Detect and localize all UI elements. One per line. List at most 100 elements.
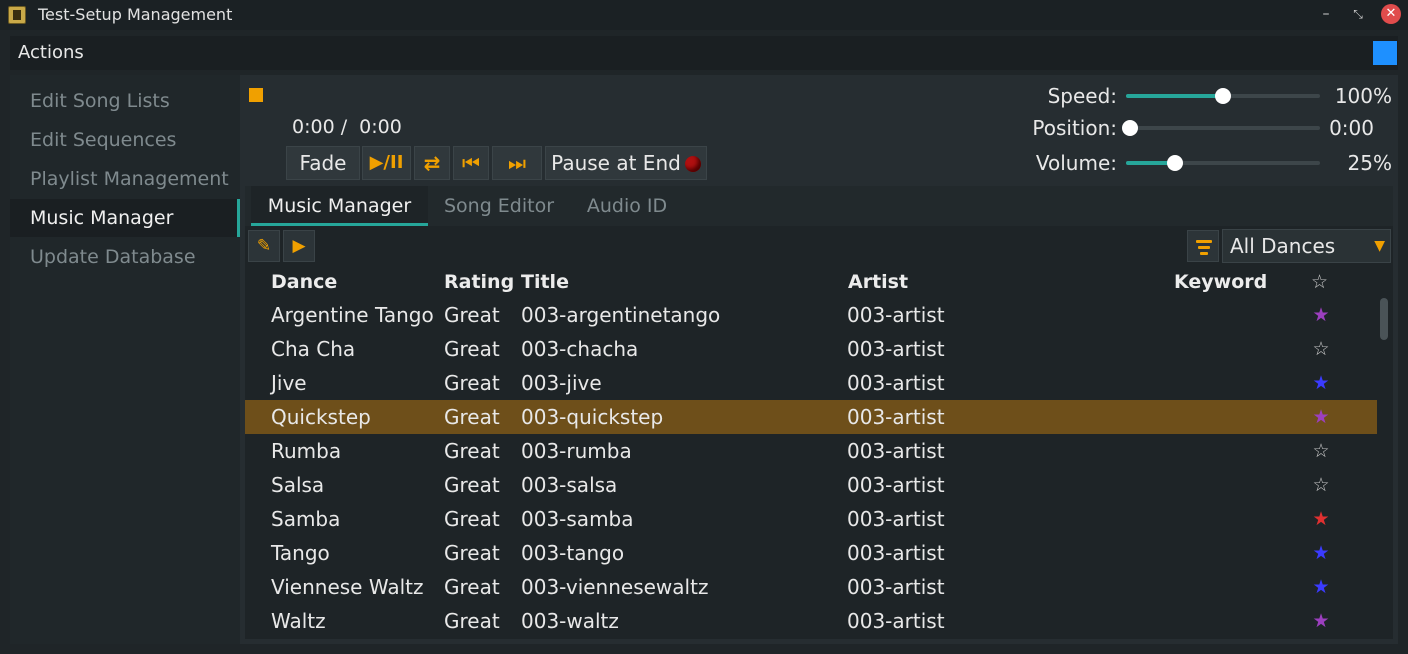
- close-button[interactable]: ✕: [1381, 4, 1401, 24]
- record-indicator-icon: [684, 156, 701, 172]
- table-row[interactable]: Samba Great 003-samba 003-artist ★: [245, 502, 1377, 536]
- title-cell: 003-rumba: [521, 439, 632, 463]
- favorite-star-icon[interactable]: ★: [1311, 400, 1331, 434]
- table-row[interactable]: Tango Great 003-tango 003-artist ★: [245, 536, 1377, 570]
- column-header-artist[interactable]: Artist: [848, 271, 908, 293]
- skip-next-icon: ⏭: [508, 151, 526, 175]
- table-scrollbar[interactable]: [1378, 298, 1390, 638]
- speed-slider-handle[interactable]: [1215, 88, 1231, 104]
- table-row[interactable]: Argentine Tango Great 003-argentinetango 00…: [245, 298, 1377, 332]
- favorite-star-icon[interactable]: ☆: [1311, 434, 1331, 468]
- position-slider[interactable]: [1122, 120, 1320, 136]
- window-title: Test-Setup Management: [38, 5, 233, 24]
- tab-music-manager[interactable]: Music Manager: [251, 186, 428, 226]
- column-header-dance[interactable]: Dance: [271, 271, 337, 293]
- volume-value: 25%: [1347, 151, 1392, 175]
- rating-cell: Great: [444, 303, 500, 327]
- tab-song-editor[interactable]: Song Editor: [433, 186, 565, 226]
- tab-bar: Music Manager Song Editor Audio ID: [245, 186, 1393, 226]
- title-cell: 003-waltz: [521, 609, 619, 633]
- volume-slider-handle[interactable]: [1167, 155, 1183, 171]
- title-cell: 003-argentinetango: [521, 303, 721, 327]
- dance-cell: Quickstep: [271, 405, 371, 429]
- table-row[interactable]: Viennese Waltz Great 003-viennesewaltz 003-…: [245, 570, 1377, 604]
- table-row[interactable]: Waltz Great 003-waltz 003-artist ★: [245, 604, 1377, 638]
- play-pause-button[interactable]: ▶/II: [362, 146, 411, 180]
- dance-cell: Viennese Waltz: [271, 575, 424, 599]
- favorite-star-icon[interactable]: ★: [1311, 604, 1331, 638]
- speed-slider[interactable]: [1126, 88, 1320, 104]
- position-slider-handle[interactable]: [1122, 120, 1138, 136]
- dance-cell: Rumba: [271, 439, 342, 463]
- dance-cell: Samba: [271, 507, 341, 531]
- favorite-star-icon[interactable]: ★: [1311, 502, 1331, 536]
- dance-cell: Cha Cha: [271, 337, 356, 361]
- title-cell: 003-quickstep: [521, 405, 664, 429]
- sidebar-item-playlist-management[interactable]: Playlist Management: [10, 160, 240, 198]
- title-cell: 003-jive: [521, 371, 602, 395]
- volume-slider[interactable]: [1126, 155, 1320, 171]
- scrollbar-thumb[interactable]: [1380, 298, 1388, 340]
- dance-filter-select[interactable]: All Dances ▼: [1222, 229, 1391, 263]
- dance-filter-value: All Dances: [1230, 234, 1336, 258]
- pause-at-end-button[interactable]: Pause at End: [545, 146, 707, 180]
- sidebar-item-edit-sequences[interactable]: Edit Sequences: [10, 121, 240, 159]
- stop-button[interactable]: [249, 88, 263, 102]
- table-row[interactable]: Salsa Great 003-salsa 003-artist ☆: [245, 468, 1377, 502]
- rating-cell: Great: [444, 371, 500, 395]
- artist-cell: 003-artist: [847, 609, 945, 633]
- rating-cell: Great: [444, 473, 500, 497]
- app-icon: [8, 6, 26, 24]
- sidebar-item-update-database[interactable]: Update Database: [10, 238, 240, 276]
- position-value: 0:00: [1329, 116, 1374, 140]
- dance-cell: Salsa: [271, 473, 325, 497]
- table-row[interactable]: Quickstep Great 003-quickstep 003-artist ★: [245, 400, 1377, 434]
- favorite-star-icon[interactable]: ☆: [1311, 468, 1331, 502]
- position-label: Position:: [1032, 116, 1117, 140]
- filter-button[interactable]: [1187, 230, 1219, 262]
- artist-cell: 003-artist: [847, 439, 945, 463]
- column-header-rating[interactable]: Rating: [444, 271, 514, 293]
- actions-color-indicator[interactable]: [1373, 41, 1397, 65]
- favorite-star-icon[interactable]: ★: [1311, 536, 1331, 570]
- repeat-button[interactable]: ⇄: [414, 146, 450, 180]
- minimize-button[interactable]: –: [1316, 4, 1336, 24]
- rating-cell: Great: [444, 575, 500, 599]
- actions-menu[interactable]: Actions: [18, 42, 84, 63]
- artist-cell: 003-artist: [847, 371, 945, 395]
- column-header-favorite-star-icon[interactable]: ☆: [1311, 271, 1328, 293]
- favorite-star-icon[interactable]: ☆: [1311, 332, 1331, 366]
- next-button[interactable]: ⏭: [492, 146, 542, 180]
- artist-cell: 003-artist: [847, 337, 945, 361]
- title-cell: 003-tango: [521, 541, 625, 565]
- previous-button[interactable]: ⏮: [453, 146, 489, 180]
- table-row[interactable]: Jive Great 003-jive 003-artist ★: [245, 366, 1377, 400]
- artist-cell: 003-artist: [847, 541, 945, 565]
- play-song-button[interactable]: ▶: [283, 230, 315, 262]
- favorite-star-icon[interactable]: ★: [1311, 366, 1331, 400]
- dance-cell: Jive: [271, 371, 307, 395]
- sidebar-item-edit-song-lists[interactable]: Edit Song Lists: [10, 82, 240, 120]
- artist-cell: 003-artist: [847, 303, 945, 327]
- favorite-star-icon[interactable]: ★: [1311, 570, 1331, 604]
- play-icon: ▶: [292, 236, 306, 256]
- restore-button[interactable]: ⤡: [1348, 4, 1368, 24]
- tab-audio-id[interactable]: Audio ID: [573, 186, 681, 226]
- edit-button[interactable]: ✎: [248, 230, 280, 262]
- favorite-star-icon[interactable]: ★: [1311, 298, 1331, 332]
- dance-cell: Argentine Tango: [271, 303, 434, 327]
- repeat-icon: ⇄: [423, 151, 441, 175]
- fade-button[interactable]: Fade: [286, 146, 360, 180]
- column-header-title[interactable]: Title: [521, 271, 569, 293]
- rating-cell: Great: [444, 337, 500, 361]
- title-cell: 003-chacha: [521, 337, 639, 361]
- sidebar-item-music-manager[interactable]: Music Manager: [10, 199, 240, 237]
- pencil-icon: ✎: [256, 236, 272, 256]
- column-header-keyword[interactable]: Keyword: [1174, 271, 1267, 293]
- pause-at-end-label: Pause at End: [551, 151, 681, 175]
- rating-cell: Great: [444, 507, 500, 531]
- actions-bar: Actions: [10, 36, 1398, 70]
- table-row[interactable]: Rumba Great 003-rumba 003-artist ☆: [245, 434, 1377, 468]
- table-row[interactable]: Cha Cha Great 003-chacha 003-artist ☆: [245, 332, 1377, 366]
- play-pause-icon: ▶/II: [369, 152, 404, 173]
